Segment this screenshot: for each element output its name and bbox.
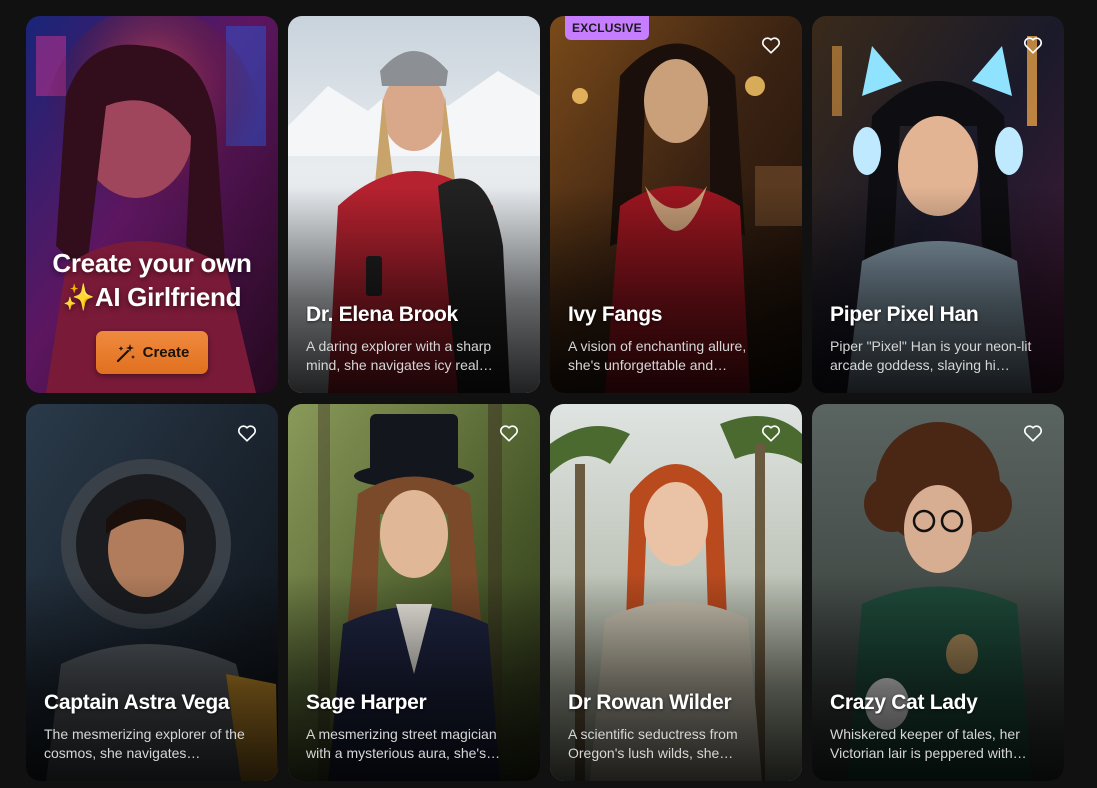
favorite-heart-icon[interactable] (760, 34, 782, 56)
character-grid: Create your own ✨AI Girlfriend Create Dr… (26, 16, 1064, 781)
character-description: Whiskered keeper of tales, her Victorian… (830, 726, 1027, 761)
character-name: Piper Pixel Han (830, 303, 979, 326)
create-button[interactable]: Create (96, 331, 208, 374)
character-description: A daring explorer with a sharp mind, she… (306, 338, 493, 373)
character-card[interactable]: Piper Pixel Han Piper "Pixel" Han is you… (812, 16, 1064, 393)
character-name: Dr Rowan Wilder (568, 691, 732, 714)
character-card[interactable]: Captain Astra Vega The mesmerizing explo… (26, 404, 278, 781)
favorite-heart-icon[interactable] (760, 422, 782, 444)
create-title-line2: AI Girlfriend (94, 282, 242, 312)
magic-wand-icon (116, 343, 135, 362)
character-name: Ivy Fangs (568, 303, 663, 326)
character-description: A mesmerizing street magician with a mys… (306, 726, 501, 761)
character-description: A scientific seductress from Oregon's lu… (568, 726, 738, 761)
character-description: Piper "Pixel" Han is your neon-lit arcad… (830, 338, 1032, 373)
sparkles-icon: ✨ (62, 282, 95, 312)
create-title-line1: Create your own (52, 248, 252, 278)
create-button-label: Create (142, 344, 190, 361)
character-card[interactable]: Sage Harper A mesmerizing street magicia… (288, 404, 540, 781)
character-card[interactable]: EXCLUSIVE Ivy Fangs A vision of enchanti… (550, 16, 802, 393)
favorite-heart-icon[interactable] (1022, 422, 1044, 444)
character-card[interactable]: Crazy Cat Lady Whiskered keeper of tales… (812, 404, 1064, 781)
character-name: Sage Harper (306, 691, 427, 714)
exclusive-badge: EXCLUSIVE (565, 16, 649, 40)
character-name: Crazy Cat Lady (830, 691, 978, 714)
character-card[interactable]: Dr Rowan Wilder A scientific seductress … (550, 404, 802, 781)
favorite-heart-icon[interactable] (498, 422, 520, 444)
favorite-heart-icon[interactable] (1022, 34, 1044, 56)
favorite-heart-icon[interactable] (236, 422, 258, 444)
character-name: Captain Astra Vega (44, 691, 230, 714)
create-title: Create your own ✨AI Girlfriend (26, 246, 278, 314)
character-description: The mesmerizing explorer of the cosmos, … (44, 726, 245, 761)
character-name: Dr. Elena Brook (306, 303, 458, 326)
create-ai-girlfriend-card[interactable]: Create your own ✨AI Girlfriend Create (26, 16, 278, 393)
character-description: A vision of enchanting allure, she's unf… (568, 338, 747, 373)
character-card[interactable]: Dr. Elena Brook A daring explorer with a… (288, 16, 540, 393)
